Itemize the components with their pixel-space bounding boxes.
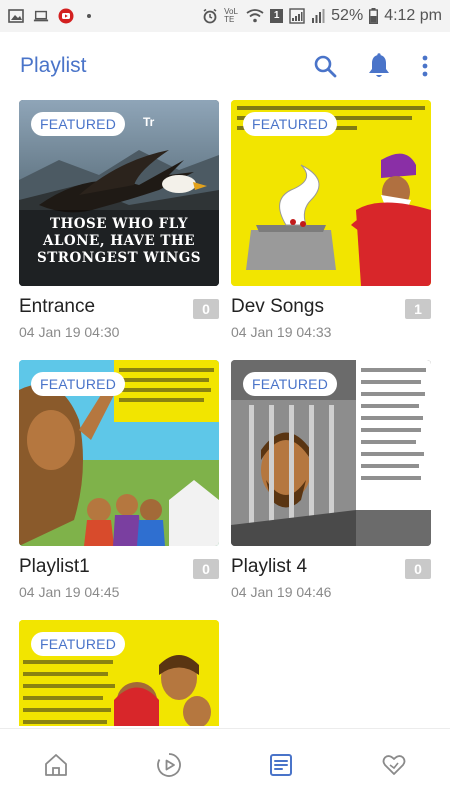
playlist-thumbnail: FEATURED: [231, 360, 431, 546]
featured-badge: FEATURED: [31, 112, 126, 136]
playlist-card[interactable]: FEATURED Playlist 4 0 04 Jan 19 04:46: [231, 360, 431, 610]
playlist-grid: Tr THOSE WHO FLY ALONE, HAVE THE STRONGE…: [0, 100, 450, 726]
playlist-card[interactable]: FEATURED Dev Songs 1 04 Jan 19 04:33: [231, 100, 431, 350]
featured-badge: FEATURED: [243, 372, 338, 396]
gallery-notification-icon: [8, 9, 24, 23]
playlist-date: 04 Jan 19 04:46: [231, 584, 332, 600]
home-icon: [45, 753, 68, 776]
playlist-icon: [270, 753, 293, 776]
nav-now-playing[interactable]: [113, 729, 226, 800]
notifications-button[interactable]: [366, 53, 392, 79]
playlist-thumbnail: FEATURED: [231, 100, 431, 286]
youtube-notification-icon: [58, 8, 74, 24]
playlist-date: 04 Jan 19 04:33: [231, 324, 332, 340]
song-count-badge: 0: [405, 559, 431, 579]
battery-percent: 52%: [331, 7, 364, 24]
playlist-title: Playlist 4: [231, 556, 308, 577]
status-bar: VoLTE 1 52% 4:12 pm: [0, 0, 450, 32]
app-bar: Playlist: [0, 32, 450, 100]
playlist-card[interactable]: Tr THOSE WHO FLY ALONE, HAVE THE STRONGE…: [19, 100, 219, 350]
featured-badge: FEATURED: [243, 112, 338, 136]
playlist-title: Dev Songs: [231, 296, 324, 317]
nav-playlist[interactable]: [225, 729, 338, 800]
volte-label: VoLTE: [224, 7, 238, 24]
playlist-card[interactable]: FEATURED Playlist1 0 04 Jan 19 04:45: [19, 360, 219, 610]
play-circle-icon: [156, 752, 181, 777]
playlist-date: 04 Jan 19 04:45: [19, 584, 120, 600]
nav-favorites[interactable]: [338, 729, 450, 800]
signal-2-icon: [312, 9, 325, 23]
playlist-thumbnail: Tr THOSE WHO FLY ALONE, HAVE THE STRONGE…: [19, 100, 219, 286]
clock: 4:12 pm: [384, 7, 442, 24]
playlist-title: Entrance: [19, 296, 96, 317]
search-button[interactable]: [312, 53, 338, 79]
thumbnail-caption: THOSE WHO FLY ALONE, HAVE THE STRONGEST …: [36, 216, 202, 266]
sim-badge: 1: [270, 9, 284, 23]
battery-icon: [369, 8, 379, 24]
nav-home[interactable]: [0, 729, 113, 800]
song-count-badge: 0: [193, 299, 219, 319]
featured-badge: FEATURED: [31, 372, 126, 396]
wifi-icon: [246, 9, 264, 23]
playlist-thumbnail: FEATURED: [19, 620, 219, 726]
playlist-title: Playlist1: [19, 556, 90, 577]
song-count-badge: 1: [405, 299, 431, 319]
playlist-card[interactable]: FEATURED: [19, 620, 219, 726]
more-options-button[interactable]: [420, 53, 430, 79]
bell-icon: [369, 53, 389, 77]
bottom-navigation: [0, 728, 450, 800]
search-icon: [314, 55, 337, 78]
playlist-date: 04 Jan 19 04:30: [19, 324, 120, 340]
heart-icon: [382, 754, 406, 775]
brand-mark: Tr: [143, 115, 155, 129]
page-title: Playlist: [20, 54, 87, 77]
alarm-icon: [203, 8, 217, 24]
featured-badge: FEATURED: [31, 632, 126, 656]
playlist-thumbnail: FEATURED: [19, 360, 219, 546]
notification-dot-icon: [87, 14, 91, 18]
laptop-notification-icon: [33, 10, 49, 22]
more-vertical-icon: [422, 55, 428, 77]
signal-1-icon: [289, 8, 305, 24]
song-count-badge: 0: [193, 559, 219, 579]
